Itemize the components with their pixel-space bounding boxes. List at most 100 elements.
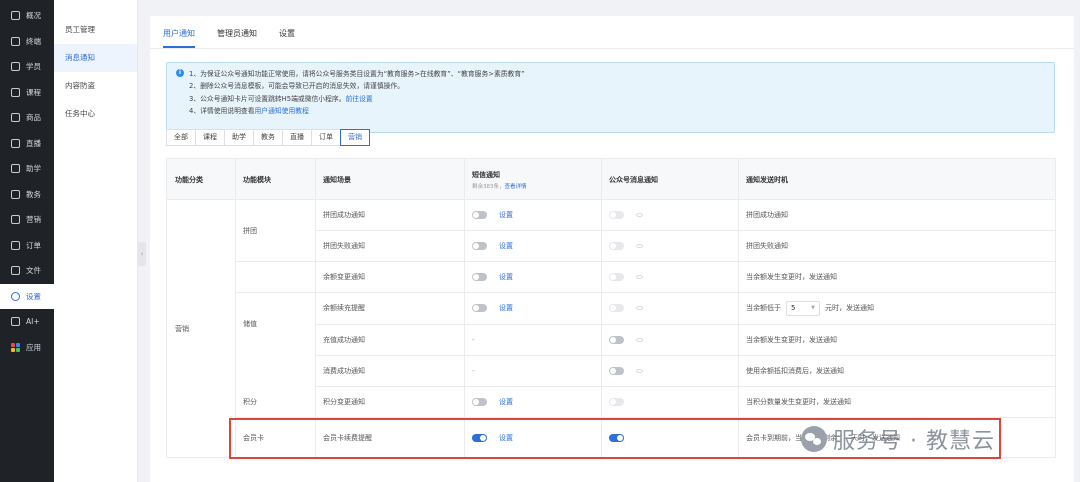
timing-text: 当积分数量发生变更时，发送通知 (746, 397, 851, 406)
filter-button-1[interactable]: 课程 (195, 129, 225, 146)
timing-cell: 当余额发生变更时，发送通知 (738, 324, 1055, 355)
sms-toggle[interactable] (472, 241, 487, 250)
nav-item-0[interactable]: 概况 (0, 3, 54, 29)
notice-line-3: 3、公众号通知卡片可设置跳转H5端或微信小程序。前往设置 (189, 94, 373, 103)
notification-table: 功能分类 功能模块 通知场景 短信通知 剩余383条，查看详情 公众号消息通知 … (166, 158, 1056, 458)
sms-settings-link[interactable]: 设置 (499, 397, 513, 407)
nav-item-9[interactable]: 订单 (0, 233, 54, 259)
scene-cell: 拼团成功通知 (323, 211, 365, 219)
nav-label: 学员 (26, 62, 41, 72)
preview-icon[interactable] (636, 337, 643, 342)
timing-text: 使用余额抵扣消费后，发送通知 (746, 366, 844, 375)
goto-settings-link[interactable]: 前往设置 (346, 95, 373, 103)
nav-item-8[interactable]: 营销 (0, 207, 54, 233)
tutorial-link[interactable]: 用户通知使用教程 (255, 107, 309, 115)
sms-cell: 设置 (464, 292, 601, 324)
nav-item-11[interactable]: 设置 (0, 283, 54, 309)
nav-item-5[interactable]: 直播 (0, 131, 54, 157)
subnav-item-1[interactable]: 消息通知 (54, 44, 137, 72)
notice-line-1: 1、为保证公众号通知功能正常使用，请将公众号服务类目设置为“教育服务>在线教育”… (189, 70, 525, 78)
sms-toggle[interactable] (472, 304, 487, 312)
wechat-toggle[interactable] (609, 335, 624, 344)
ai-icon (11, 317, 20, 327)
timing-cell: 当余额发生变更时，发送通知 (738, 261, 1055, 292)
scene-cell: 充值成功通知 (323, 335, 365, 344)
timing-cell: 拼团失败通知 (738, 230, 1055, 261)
wechat-cell (601, 324, 738, 355)
subnav-item-2[interactable]: 内容防盗 (54, 72, 137, 100)
module-cell-2: 积分 (243, 397, 257, 406)
sms-settings-link[interactable]: 设置 (499, 272, 513, 282)
empty-dash: - (472, 335, 475, 344)
filter-button-5[interactable]: 订单 (311, 129, 341, 146)
nav-item-1[interactable]: 终端 (0, 29, 54, 55)
preview-icon[interactable] (636, 274, 643, 279)
threshold-select[interactable]: 5 ▼ (786, 300, 820, 316)
preview-icon[interactable] (636, 306, 643, 310)
timing-prefix: 当余额低于 (746, 304, 781, 312)
tab-2[interactable]: 设置 (279, 16, 295, 48)
nav-item-10[interactable]: 文件 (0, 258, 54, 284)
tab-1[interactable]: 管理员通知 (217, 16, 257, 48)
subnav-item-3[interactable]: 任务中心 (54, 100, 137, 128)
wechat-cell (601, 230, 738, 261)
sms-toggle[interactable] (472, 433, 487, 442)
preview-icon[interactable] (636, 368, 643, 373)
marketing-icon (11, 215, 20, 225)
timing-text: 拼团失败通知 (746, 241, 788, 250)
sms-toggle[interactable] (472, 272, 487, 281)
filter-button-2[interactable]: 助学 (224, 129, 254, 146)
nav-item-4[interactable]: 商品 (0, 105, 54, 131)
bag-icon (11, 113, 20, 123)
header-category: 功能分类 (175, 175, 203, 184)
wechat-toggle[interactable] (609, 397, 624, 406)
assist-icon (11, 164, 20, 174)
filter-button-6[interactable]: 营销 (340, 129, 370, 146)
wechat-cell (601, 355, 738, 386)
nav-item-6[interactable]: 助学 (0, 156, 54, 182)
nav-label: 营销 (26, 215, 41, 225)
collapse-handle[interactable]: ‹ (138, 242, 146, 266)
filter-button-3[interactable]: 教务 (253, 129, 283, 146)
wechat-toggle[interactable] (609, 211, 624, 219)
folder-icon (11, 266, 20, 276)
timing-text: 拼团成功通知 (746, 211, 788, 219)
sms-settings-link[interactable]: 设置 (499, 433, 513, 443)
notice-line-4: 4、详情使用说明查看用户通知使用教程 (189, 107, 309, 116)
nav-item-3[interactable]: 课程 (0, 80, 54, 106)
threshold-value: 5 (791, 304, 796, 312)
nav-label: 订单 (26, 240, 41, 250)
nav-item-2[interactable]: 学员 (0, 54, 54, 80)
wechat-toggle[interactable] (609, 272, 624, 281)
wechat-cell (601, 417, 738, 458)
preview-icon[interactable] (636, 213, 643, 217)
filter-button-4[interactable]: 直播 (282, 129, 312, 146)
nav-item-12[interactable]: AI+ (0, 309, 54, 335)
timing-cell: 拼团成功通知 (738, 200, 1055, 230)
notice-box: i 1、为保证公众号通知功能正常使用，请将公众号服务类目设置为“教育服务>在线教… (166, 62, 1055, 133)
timing-cell: 当积分数量发生变更时，发送通知 (738, 386, 1055, 417)
preview-icon[interactable] (636, 243, 643, 248)
nav-label: 直播 (26, 138, 41, 148)
tab-0[interactable]: 用户通知 (163, 16, 195, 48)
sms-settings-link[interactable]: 设置 (499, 241, 513, 251)
sms-toggle[interactable] (472, 397, 487, 406)
wechat-toggle[interactable] (609, 366, 624, 375)
sms-detail-link[interactable]: 查看详情 (505, 184, 527, 190)
nav-label: 教务 (26, 189, 41, 199)
wechat-cell (601, 261, 738, 292)
header-scene: 通知场景 (323, 175, 351, 184)
category-cell: 营销 (175, 325, 189, 333)
sms-settings-link[interactable]: 设置 (499, 303, 513, 313)
filter-button-0[interactable]: 全部 (166, 129, 196, 146)
nav-item-13[interactable]: 应用 (0, 335, 54, 361)
nav-item-7[interactable]: 教务 (0, 182, 54, 208)
sms-toggle[interactable] (472, 211, 487, 219)
wechat-toggle[interactable] (609, 241, 624, 250)
wechat-toggle[interactable] (609, 304, 624, 312)
sms-settings-link[interactable]: 设置 (499, 210, 513, 220)
notification-panel: 用户通知 管理员通知 设置 i 1、为保证公众号通知功能正常使用，请将公众号服务类目… (150, 16, 1074, 482)
grid-icon (11, 11, 20, 21)
wechat-toggle[interactable] (609, 433, 624, 442)
subnav-item-0[interactable]: 员工管理 (54, 16, 137, 44)
